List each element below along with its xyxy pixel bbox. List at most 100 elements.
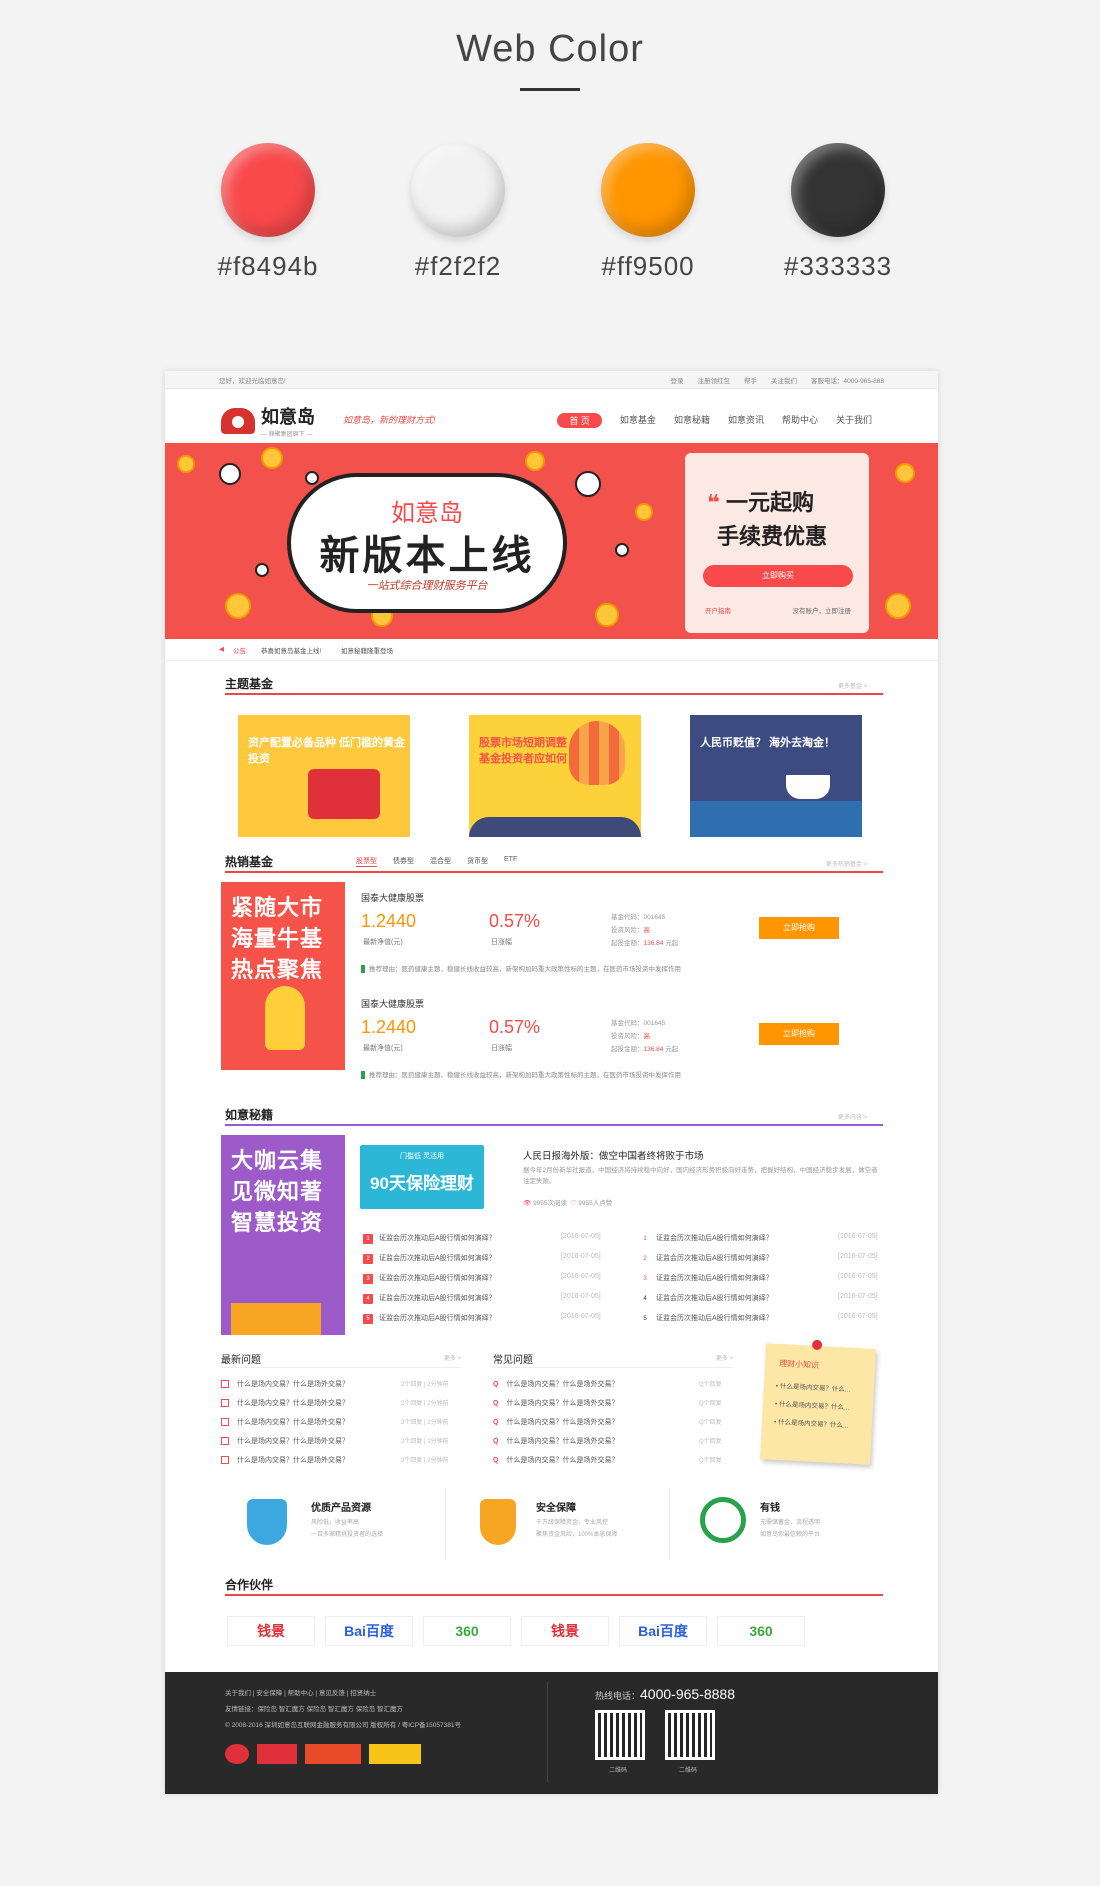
helper-link[interactable]: 帮手 (744, 375, 757, 385)
rank-badge: 4 (363, 1294, 373, 1304)
partner-logo-qianjing[interactable]: 钱景 (227, 1616, 315, 1646)
article-list-item[interactable]: 3 证监会历次推动后A股行情如何演绎？ [2016-07-05] (640, 1273, 877, 1284)
question-row[interactable]: 什么是场内交易？什么是场外交易？ 2个回复 | 2分钟前 (221, 1398, 449, 1408)
partner-logo-qianjing[interactable]: 钱景 (521, 1616, 609, 1646)
account-guide-link[interactable]: 开户指南 (705, 605, 731, 615)
article-list-item[interactable]: 1 证监会历次推动后A股行情如何演绎？ [2016-07-05] (640, 1233, 877, 1244)
headline-cloud: 如意岛 新版本上线 一站式综合理财服务平台 (287, 473, 567, 613)
faq-meta: Q个回复 (699, 1382, 722, 1388)
follow-link[interactable]: 关注我们 (771, 375, 797, 385)
nav-secret[interactable]: 如意秘籍 (674, 413, 710, 428)
fund-name[interactable]: 国泰大健康股票 (361, 891, 424, 904)
tab-etf[interactable]: ETF (504, 856, 517, 867)
article-title[interactable]: 人民日报海外版：做空中国者终将败于市场 (523, 1148, 704, 1162)
list-item-title: 证监会历次推动后A股行情如何演绎？ (379, 1255, 496, 1262)
partner-logo-baidu[interactable]: Bai百度 (619, 1616, 707, 1646)
theme-tile-balloon[interactable]: 股票市场短期调整 基金投资者应如何 (469, 715, 641, 837)
notice-item[interactable]: 如意秘籍隆重登场 (341, 645, 393, 655)
tab-mixed[interactable]: 混合型 (430, 856, 451, 867)
qr-code[interactable] (665, 1710, 715, 1760)
theme-tile-ocean[interactable]: 人民币贬值？ 海外去淘金！ (690, 715, 862, 837)
tab-stock[interactable]: 股票型 (356, 856, 377, 867)
register-now-link[interactable]: 没有账户，立即注册 (793, 605, 852, 615)
bubble-icon (575, 471, 601, 497)
qr-code[interactable] (595, 1710, 645, 1760)
question-row[interactable]: 什么是场内交易？什么是场外交易？ 2个回复 | 2分钟前 (221, 1436, 449, 1446)
hero-banner[interactable]: 如意岛 新版本上线 一站式综合理财服务平台 ❝ 一元起购 手续费优惠 立即购买 … (165, 443, 938, 639)
theme-tile-gold[interactable]: 资产配置必备品种 低门槛的黄金投资 (238, 715, 410, 837)
partner-logo-baidu[interactable]: Bai百度 (325, 1616, 413, 1646)
notice-item[interactable]: 恭喜如意岛基金上线! (261, 645, 321, 655)
question-row[interactable]: 什么是场内交易？什么是场外交易？ 2个回复 | 2分钟前 (221, 1455, 449, 1465)
more-link[interactable]: 更多 > (444, 1353, 461, 1362)
faq-text: 什么是场内交易？什么是场外交易？ (506, 1438, 619, 1445)
faq-row[interactable]: Q 什么是场内交易？什么是场外交易？ Q个回复 (493, 1436, 722, 1446)
question-meta: 2个回复 | 2分钟前 (401, 1420, 449, 1426)
faq-row[interactable]: Q 什么是场内交易？什么是场外交易？ Q个回复 (493, 1379, 722, 1389)
more-link[interactable]: 更多基金 > (838, 681, 867, 690)
nav-about[interactable]: 关于我们 (836, 413, 872, 428)
fund-name[interactable]: 国泰大健康股票 (361, 997, 424, 1010)
hills-icon (469, 817, 641, 837)
podium-icon (231, 1303, 321, 1335)
question-row[interactable]: 什么是场内交易？什么是场外交易？ 2个回复 | 2分钟前 (221, 1417, 449, 1427)
swatch-red (221, 143, 315, 237)
register-link[interactable]: 注册领红包 (698, 375, 731, 385)
faq-row[interactable]: Q 什么是场内交易？什么是场外交易？ Q个回复 (493, 1455, 722, 1465)
rank-badge: 2 (643, 1256, 647, 1262)
article-list-item[interactable]: 5 证监会历次推动后A股行情如何演绎？ [2016-07-05] (640, 1313, 877, 1324)
insurance-ad[interactable]: 门槛低 灵活用 90天保险理财 (360, 1145, 484, 1209)
hot-funds-promo: 紧随大市 海量牛基 热点聚焦 (221, 882, 345, 1070)
article-list-item[interactable]: 2 证监会历次推动后A股行情如何演绎？ [2016-07-05] (363, 1253, 601, 1264)
tips-item[interactable]: • 什么是场内交易？什么... (773, 1414, 849, 1436)
buy-now-button[interactable]: 立即购买 (703, 565, 853, 587)
partner-logo-360[interactable]: 360 (423, 1616, 511, 1646)
faq-row[interactable]: Q 什么是场内交易？什么是场外交易？ Q个回复 (493, 1398, 722, 1408)
buy-fund-button[interactable]: 立即抢购 (759, 917, 839, 939)
login-link[interactable]: 登录 (671, 375, 684, 385)
question-row[interactable]: 什么是场内交易？什么是场外交易？ 2个回复 | 2分钟前 (221, 1379, 449, 1389)
house-cycle-icon (700, 1497, 746, 1543)
article-desc: 据今年2月份新华社报道，中国经济将持续稳中向好，国内经济形势积极向好走势，把握好… (523, 1167, 878, 1185)
more-link[interactable]: 更多热销基金 > (826, 859, 867, 868)
swatch-dark (791, 143, 885, 237)
fund-code: 基金代码：001645 (611, 914, 666, 921)
more-link[interactable]: 更多 > (716, 1353, 733, 1362)
article-list-item[interactable]: 1 证监会历次推动后A股行情如何演绎？ [2016-07-05] (363, 1233, 601, 1244)
partner-logo-360[interactable]: 360 (717, 1616, 805, 1646)
promo-slogan: 紧随大市 海量牛基 热点聚焦 (231, 895, 324, 982)
article-list-item[interactable]: 5 证监会历次推动后A股行情如何演绎？ [2016-07-05] (363, 1313, 601, 1324)
bubble-icon (219, 463, 241, 485)
site-logo[interactable]: 如意岛 — 鼎聚集团旗下 — (221, 403, 315, 438)
article-list-item[interactable]: 4 证监会历次推动后A股行情如何演绎？ [2016-07-05] (640, 1293, 877, 1304)
buy-fund-button[interactable]: 立即抢购 (759, 1023, 839, 1045)
article-list-item[interactable]: 4 证监会历次推动后A股行情如何演绎？ [2016-07-05] (363, 1293, 601, 1304)
chest-icon (308, 769, 380, 819)
hot-funds-header: 热销基金 股票型 债券型 混合型 货币型 ETF 更多热销基金 > (225, 853, 883, 873)
nav-home[interactable]: 首 页 (557, 413, 602, 428)
nav-fund[interactable]: 如意基金 (620, 413, 656, 428)
faq-q-icon: Q (493, 1457, 499, 1464)
friend-links[interactable]: 友情链接：保险岛 智汇魔方 保险岛 智汇魔方 保险岛 智汇魔方 (225, 1702, 403, 1718)
list-item-title: 证监会历次推动后A股行情如何演绎？ (379, 1235, 496, 1242)
article-list-item[interactable]: 3 证监会历次推动后A股行情如何演绎？ [2016-07-05] (363, 1273, 601, 1284)
faq-row[interactable]: Q 什么是场内交易？什么是场外交易？ Q个回复 (493, 1417, 722, 1427)
article-list-item[interactable]: 2 证监会历次推动后A股行情如何演绎？ [2016-07-05] (640, 1253, 877, 1264)
fund-card: 国泰大健康股票 1.2440 0.57% 最新净值(元) 日涨幅 基金代码：00… (361, 891, 851, 995)
top-bar: 您好，欢迎光临如意岛! 登录 注册领红包 帮手 关注我们 客服电话：4000-9… (165, 371, 938, 389)
footer-links[interactable]: 关于我们 | 安全保障 | 帮助中心 | 意见反馈 | 招贤纳士 (225, 1686, 376, 1702)
list-item-date: [2016-07-05] (561, 1233, 601, 1240)
tab-bond[interactable]: 债券型 (393, 856, 414, 867)
secrets-promo: 大咖云集 见微知著 智慧投资 (221, 1135, 345, 1335)
hotline-number: 4000-965-8888 (640, 1686, 735, 1702)
list-item-title: 证监会历次推动后A股行情如何演绎？ (656, 1275, 773, 1282)
qr-caption: 二维码 (679, 1768, 698, 1774)
list-item-date: [2016-07-05] (561, 1313, 601, 1320)
nav-news[interactable]: 如意资讯 (728, 413, 764, 428)
nav-help[interactable]: 帮助中心 (782, 413, 818, 428)
more-link[interactable]: 更多内容 > (838, 1112, 867, 1121)
theme-funds-header: 主题基金 更多基金 > (225, 675, 883, 695)
qr-caption: 二维码 (609, 1768, 628, 1774)
tab-money[interactable]: 货币型 (467, 856, 488, 867)
tips-item-text: 什么是场内交易？什么... (777, 1418, 849, 1430)
